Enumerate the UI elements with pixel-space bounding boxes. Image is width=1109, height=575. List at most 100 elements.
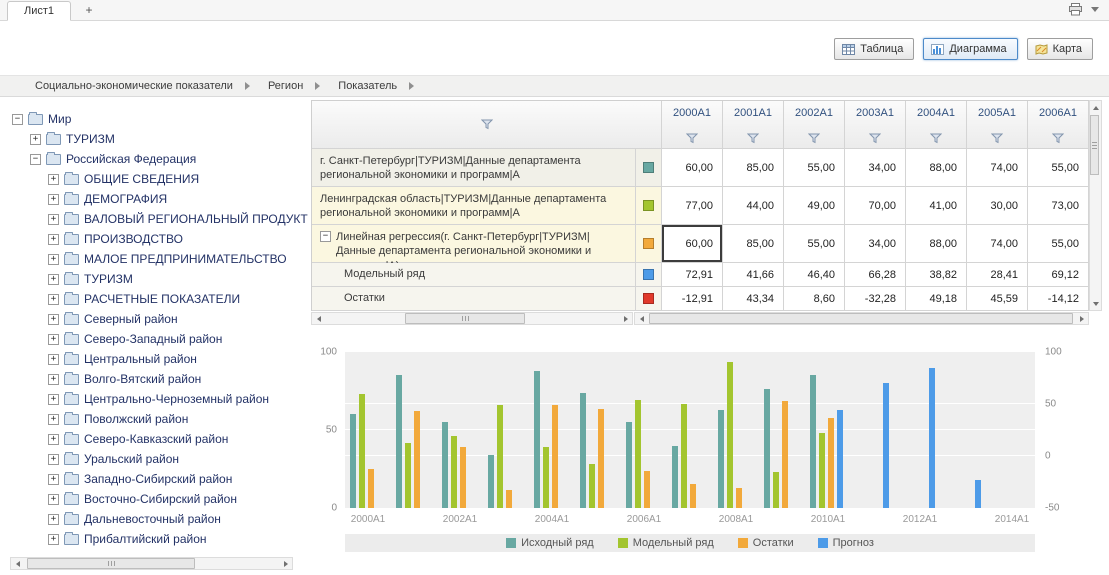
table-cell[interactable]: 45,59 — [967, 287, 1028, 311]
expand-icon[interactable]: + — [48, 314, 59, 325]
table-cell[interactable]: -12,91 — [662, 287, 723, 311]
tree-item[interactable]: +ОБЩИЕ СВЕДЕНИЯ — [12, 169, 308, 189]
tree-item[interactable]: +ТУРИЗМ — [12, 269, 308, 289]
expand-icon[interactable]: + — [48, 214, 59, 225]
tree-item[interactable]: +Уральский район — [12, 449, 308, 469]
tree-item[interactable]: +ДЕМОГРАФИЯ — [12, 189, 308, 209]
new-sheet-button[interactable]: + — [80, 2, 98, 19]
table-cell[interactable]: 73,00 — [1028, 187, 1089, 225]
table-cell[interactable]: 60,00 — [662, 225, 723, 263]
table-cell[interactable]: 77,00 — [662, 187, 723, 225]
expand-icon[interactable]: + — [30, 134, 41, 145]
tree-item[interactable]: +МАЛОЕ ПРЕДПРИНИМАТЕЛЬСТВО — [12, 249, 308, 269]
expand-icon[interactable]: + — [48, 294, 59, 305]
table-cell[interactable]: 34,00 — [845, 225, 906, 263]
filter-icon[interactable] — [686, 133, 698, 144]
row-header[interactable]: −Линейная регрессия(г. Санкт-Петербург|Т… — [312, 225, 636, 263]
scroll-left-button[interactable] — [11, 558, 24, 569]
scroll-right-button[interactable] — [279, 558, 292, 569]
chart-view-button[interactable]: Диаграмма — [923, 38, 1017, 60]
expand-icon[interactable]: + — [48, 394, 59, 405]
table-cell[interactable]: 30,00 — [967, 187, 1028, 225]
print-icon[interactable] — [1068, 3, 1083, 16]
row-header[interactable]: Ленинградская область|ТУРИЗМ|Данные депа… — [312, 187, 636, 225]
table-cell[interactable]: 55,00 — [784, 225, 845, 263]
table-cell[interactable]: 88,00 — [906, 149, 967, 187]
table-cell[interactable]: 74,00 — [967, 149, 1028, 187]
table-cell[interactable]: 28,41 — [967, 263, 1028, 287]
scroll-left-button[interactable] — [312, 313, 325, 324]
table-cell[interactable]: 55,00 — [1028, 149, 1089, 187]
map-view-button[interactable]: Карта — [1027, 38, 1093, 60]
table-cell[interactable]: 85,00 — [723, 149, 784, 187]
tree-item[interactable]: +Дальневосточный район — [12, 509, 308, 529]
table-cell[interactable]: 72,91 — [662, 263, 723, 287]
row-header[interactable]: Остатки — [312, 287, 636, 311]
filter-icon[interactable] — [481, 119, 493, 130]
breadcrumb-item[interactable]: Регион — [268, 80, 303, 92]
expand-icon[interactable]: + — [48, 174, 59, 185]
expand-icon[interactable]: + — [48, 234, 59, 245]
filter-icon[interactable] — [1052, 133, 1064, 144]
sheet-tab[interactable]: Лист1 — [7, 1, 71, 21]
scroll-down-button[interactable] — [1089, 298, 1102, 309]
scroll-left-button[interactable] — [635, 313, 648, 324]
scrollbar-track[interactable] — [1090, 113, 1101, 298]
expand-icon[interactable]: + — [48, 254, 59, 265]
tree-item[interactable]: +ПРОИЗВОДСТВО — [12, 229, 308, 249]
column-header[interactable]: 2003A1 — [845, 101, 906, 149]
expand-icon[interactable]: + — [48, 514, 59, 525]
tree-item[interactable]: +Поволжский район — [12, 409, 308, 429]
table-cell[interactable]: 49,18 — [906, 287, 967, 311]
scroll-right-button[interactable] — [1075, 313, 1088, 324]
dropdown-caret-icon[interactable] — [1091, 7, 1099, 12]
table-cell[interactable]: 41,00 — [906, 187, 967, 225]
collapse-icon[interactable]: − — [320, 231, 331, 242]
scrollbar-thumb[interactable] — [27, 558, 195, 569]
expand-icon[interactable]: + — [48, 474, 59, 485]
filter-icon[interactable] — [930, 133, 942, 144]
expand-icon[interactable]: + — [48, 414, 59, 425]
scrollbar-thumb[interactable] — [405, 313, 525, 324]
expand-icon[interactable]: + — [48, 374, 59, 385]
table-cell[interactable]: 85,00 — [723, 225, 784, 263]
column-header[interactable]: 2001A1 — [723, 101, 784, 149]
tree-item[interactable]: +ВАЛОВЫЙ РЕГИОНАЛЬНЫЙ ПРОДУКТ — [12, 209, 308, 229]
scrollbar-thumb[interactable] — [1090, 115, 1099, 175]
scroll-right-button[interactable] — [619, 313, 632, 324]
expand-icon[interactable]: + — [48, 494, 59, 505]
table-cell[interactable]: 60,00 — [662, 149, 723, 187]
column-header[interactable]: 2000A1 — [662, 101, 723, 149]
table-cell[interactable]: -32,28 — [845, 287, 906, 311]
table-cell[interactable]: 43,34 — [723, 287, 784, 311]
tree-item[interactable]: +Центрально-Черноземный район — [12, 389, 308, 409]
scrollbar-track[interactable] — [325, 313, 619, 324]
expand-icon[interactable]: + — [48, 334, 59, 345]
tree-item[interactable]: +Западно-Сибирский район — [12, 469, 308, 489]
column-header[interactable]: 2005A1 — [967, 101, 1028, 149]
tree-hscrollbar[interactable] — [10, 557, 293, 570]
expand-icon[interactable]: + — [48, 434, 59, 445]
breadcrumb-item[interactable]: Социально-экономические показатели — [35, 80, 233, 92]
table-cell[interactable]: 49,00 — [784, 187, 845, 225]
table-cell[interactable]: 38,82 — [906, 263, 967, 287]
row-header[interactable]: г. Санкт-Петербург|ТУРИЗМ|Данные департа… — [312, 149, 636, 187]
collapse-icon[interactable]: − — [30, 154, 41, 165]
filter-icon[interactable] — [869, 133, 881, 144]
tree-item[interactable]: +Прибалтийский район — [12, 529, 308, 549]
table-cell[interactable]: 74,00 — [967, 225, 1028, 263]
table-cell[interactable]: 55,00 — [1028, 225, 1089, 263]
table-cell[interactable]: 34,00 — [845, 149, 906, 187]
tree-item[interactable]: +Центральный район — [12, 349, 308, 369]
row-header[interactable]: Модельный ряд — [312, 263, 636, 287]
expand-icon[interactable]: + — [48, 454, 59, 465]
grid-hscrollbar-fixed[interactable] — [311, 312, 633, 325]
table-cell[interactable]: 55,00 — [784, 149, 845, 187]
scrollbar-track[interactable] — [648, 313, 1075, 324]
table-cell[interactable]: 66,28 — [845, 263, 906, 287]
table-cell[interactable]: 41,66 — [723, 263, 784, 287]
scroll-up-button[interactable] — [1089, 102, 1102, 113]
table-cell[interactable]: 44,00 — [723, 187, 784, 225]
table-view-button[interactable]: Таблица — [834, 38, 914, 60]
scrollbar-track[interactable] — [24, 558, 279, 569]
